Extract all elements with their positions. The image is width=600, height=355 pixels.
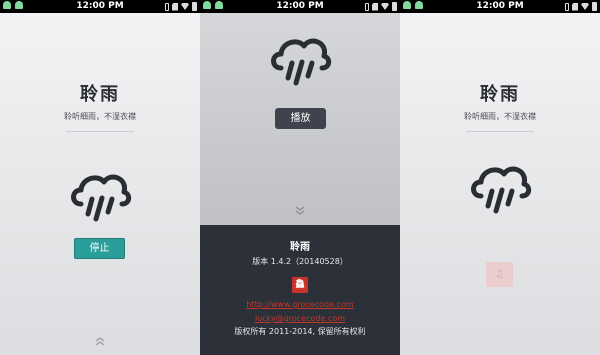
wifi-icon (181, 3, 189, 10)
chevron-up-icon[interactable] (94, 336, 106, 346)
developer-logo: 鱻 (292, 277, 308, 293)
status-bar: 12:00 PM (400, 0, 600, 13)
rain-cloud-icon (471, 166, 532, 214)
stop-button[interactable]: 停止 (74, 238, 125, 259)
app-subtitle: 聆听细雨，不湿衣襟 (464, 112, 536, 121)
app-subtitle: 聆听细雨，不湿衣襟 (64, 112, 136, 121)
screen-idle: 12:00 PM 聆雨 聆听细雨，不湿衣襟 ♫ (400, 0, 600, 355)
usb-icon (165, 2, 169, 11)
battery-icon (192, 2, 197, 11)
sdcard-icon (572, 2, 578, 11)
email-link[interactable]: lucky@grocecode.com (200, 314, 400, 324)
chevron-down-icon[interactable] (294, 206, 306, 216)
battery-icon (592, 2, 597, 11)
status-bar: 12:00 PM (200, 0, 400, 13)
wifi-icon (381, 3, 389, 10)
battery-icon (392, 2, 397, 11)
copyright-text: 版权所有 2011-2014, 保留所有权利 (234, 327, 366, 336)
app-title: 聆雨 (480, 84, 520, 105)
wifi-icon (581, 3, 589, 10)
about-version: 版本 1.4.2（20140528） (252, 257, 348, 266)
screen-about: 12:00 PM 播放 聆雨 版本 1.4.2（20140528） 鱻 http… (200, 0, 400, 355)
status-bar: 12:00 PM (0, 0, 200, 13)
rain-cloud-icon (271, 38, 332, 86)
sdcard-icon (372, 2, 378, 11)
divider (466, 131, 534, 132)
website-link[interactable]: http://www.grocecode.com (200, 300, 400, 310)
app-title: 聆雨 (80, 84, 120, 105)
play-button-fading[interactable]: ♫ (486, 262, 513, 287)
usb-icon (565, 2, 569, 11)
divider (66, 131, 134, 132)
usb-icon (365, 2, 369, 11)
sdcard-icon (172, 2, 178, 11)
screen-playing: 12:00 PM 聆雨 聆听细雨，不湿衣襟 停止 (0, 0, 200, 355)
rain-cloud-icon (71, 174, 132, 222)
about-app-name: 聆雨 (290, 242, 310, 253)
play-button[interactable]: 播放 (275, 108, 326, 129)
